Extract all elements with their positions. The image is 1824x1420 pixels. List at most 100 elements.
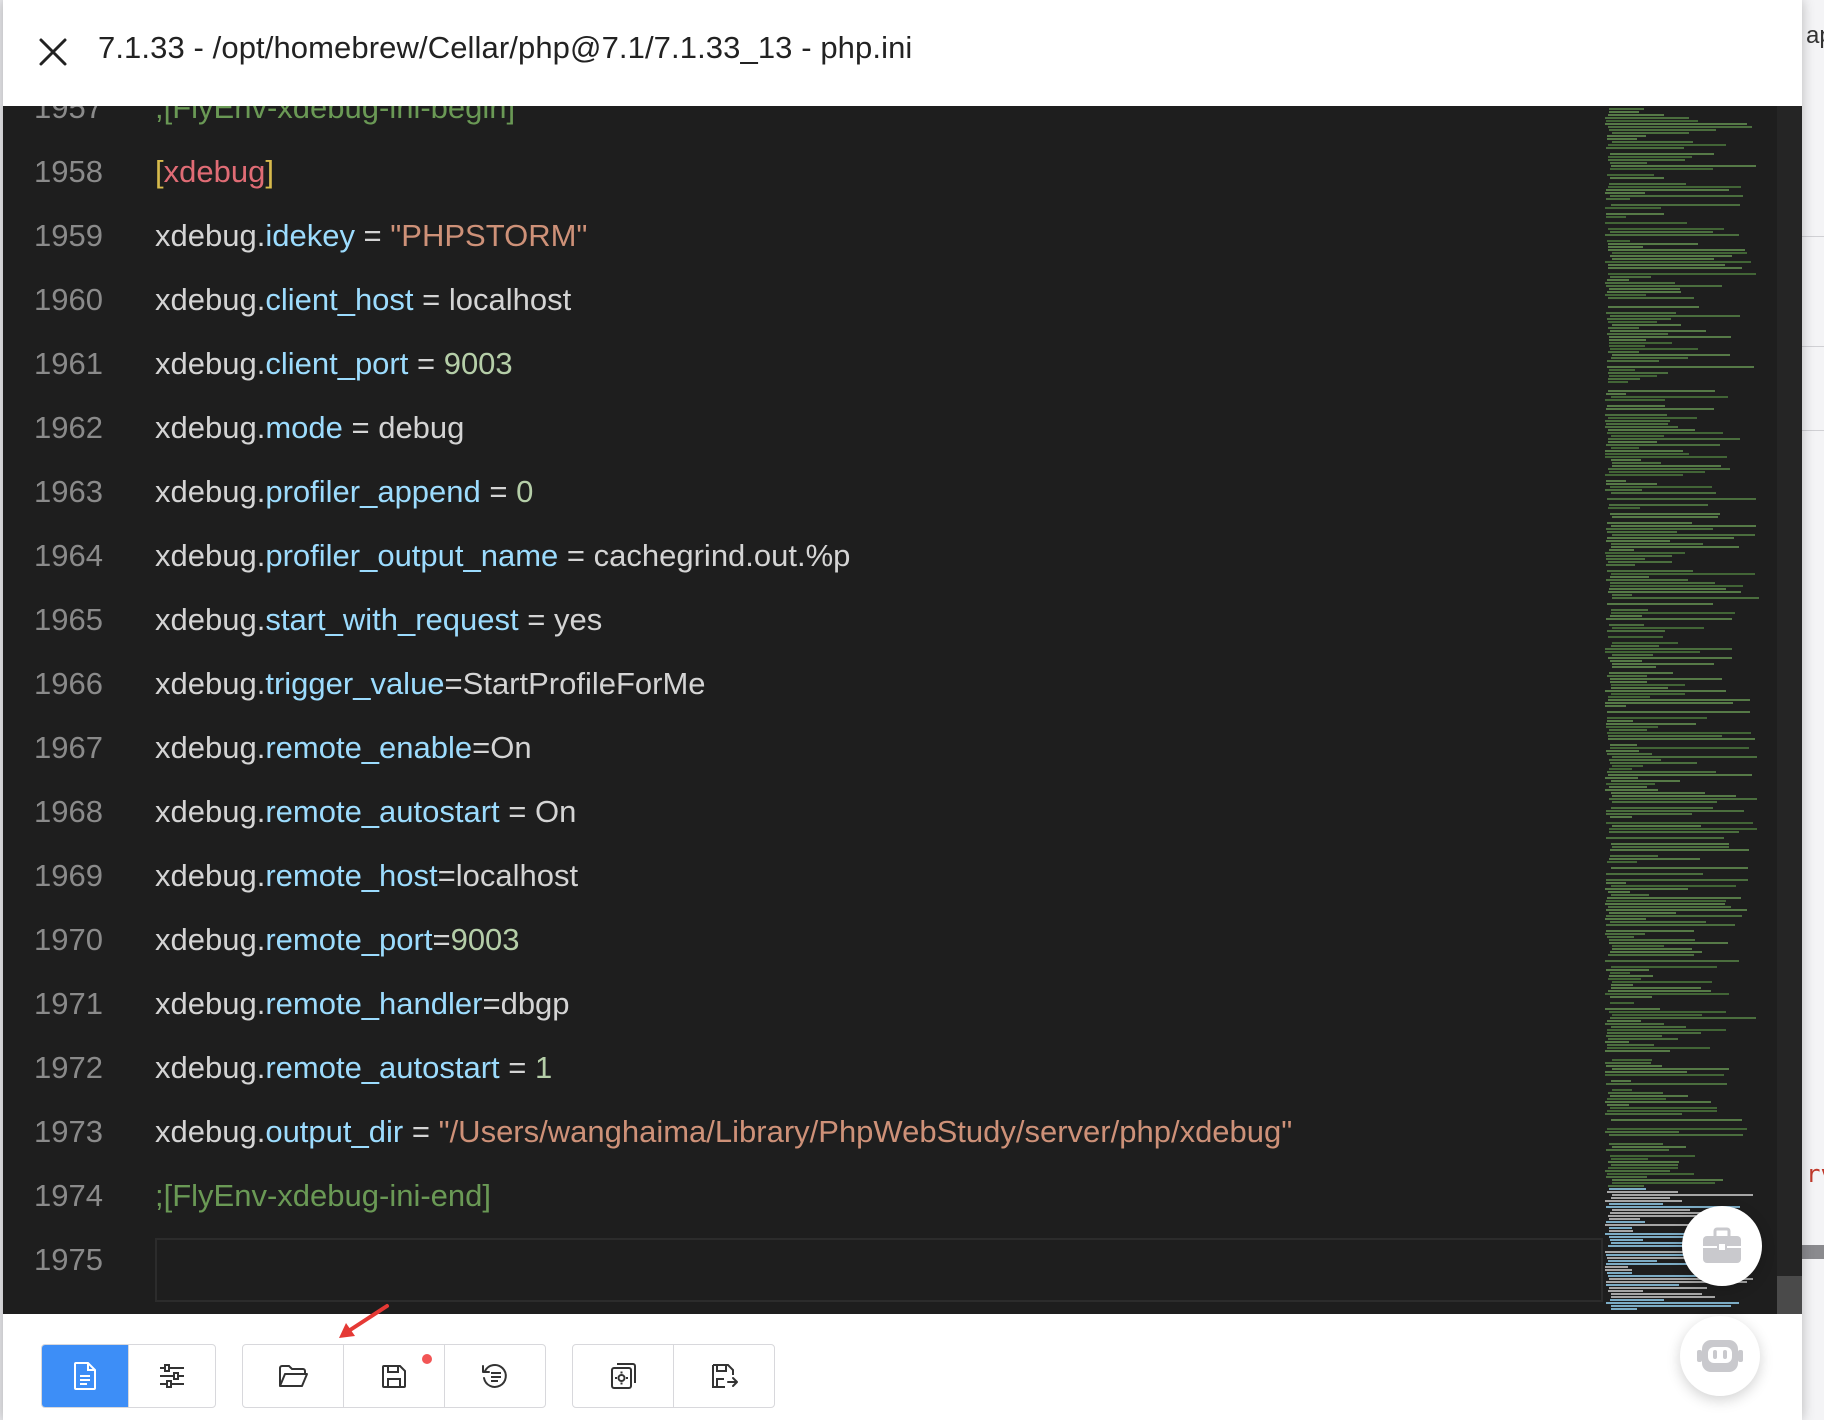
code-line[interactable]: 1962 xdebug.mode = debug (3, 396, 1603, 460)
code-line[interactable]: 1959 xdebug.idekey = "PHPSTORM" (3, 204, 1603, 268)
save-export-icon (712, 1364, 738, 1388)
code-editor[interactable]: 1957 ;[FlyEnv-xdebug-ini-begin] 1958 [xdebu… (3, 106, 1802, 1314)
code-line[interactable]: 1972 xdebug.remote_autostart = 1 (3, 1036, 1603, 1100)
minimap-line (1609, 588, 1726, 590)
minimap-line (1607, 1044, 1654, 1046)
code-text[interactable]: xdebug.profiler_output_name = cachegrind… (155, 524, 850, 588)
minimap-line (1605, 207, 1661, 209)
close-button[interactable] (33, 32, 73, 72)
dialog-title: 7.1.33 - /opt/homebrew/Cellar/php@7.1/7.… (98, 30, 913, 65)
history-button[interactable] (445, 1345, 545, 1407)
settings-view-button[interactable] (129, 1345, 215, 1407)
code-line[interactable]: 1971 xdebug.remote_handler=dbgp (3, 972, 1603, 1036)
code-line[interactable]: 1957 ;[FlyEnv-xdebug-ini-begin] (3, 106, 1603, 140)
minimap-line (1608, 243, 1698, 245)
code-line[interactable]: 1973 xdebug.output_dir = "/Users/wanghaim… (3, 1100, 1603, 1164)
code-token: = (480, 474, 517, 509)
code-text[interactable]: xdebug.remote_host=localhost (155, 844, 578, 908)
minimap-line (1609, 339, 1646, 341)
line-number: 1971 (34, 986, 103, 1021)
code-text[interactable]: [xdebug] (155, 140, 274, 204)
code-text[interactable]: xdebug.remote_autostart = On (155, 780, 576, 844)
minimap-line (1605, 960, 1739, 962)
minimap-line (1609, 183, 1686, 185)
minimap-line (1610, 231, 1713, 233)
minimap-line (1605, 1041, 1629, 1043)
minimap-line (1612, 654, 1653, 656)
minimap-line (1608, 273, 1756, 275)
minimap-line (1607, 771, 1716, 773)
minimap-line (1612, 765, 1643, 767)
minimap-line (1607, 711, 1750, 713)
code-line[interactable]: 1967 xdebug.remote_enable=On (3, 716, 1603, 780)
code-text[interactable]: xdebug.mode = debug (155, 396, 464, 460)
code-text[interactable]: ;[FlyEnv-xdebug-ini-end] (155, 1164, 491, 1228)
close-icon (39, 38, 67, 66)
code-line[interactable]: 1968 xdebug.remote_autostart = On (3, 780, 1603, 844)
code-text[interactable]: xdebug.remote_enable=On (155, 716, 532, 780)
code-line[interactable]: 1970 xdebug.remote_port=9003 (3, 908, 1603, 972)
minimap-line (1610, 486, 1712, 488)
save-as-default-button[interactable] (674, 1345, 774, 1407)
code-line[interactable]: 1966 xdebug.trigger_value=StartProfileFor… (3, 652, 1603, 716)
minimap-line (1610, 744, 1637, 746)
line-number: 1974 (34, 1178, 103, 1213)
minimap-line (1612, 642, 1678, 644)
code-token: xdebug. (155, 986, 266, 1021)
toolbox-button[interactable] (1682, 1206, 1762, 1286)
assistant-bot-button[interactable] (1680, 1316, 1760, 1396)
code-text[interactable]: xdebug.client_port = 9003 (155, 332, 513, 396)
minimap-line (1608, 327, 1639, 329)
code-text[interactable]: xdebug.trigger_value=StartProfileForMe (155, 652, 706, 716)
code-line[interactable]: 1960 xdebug.client_host = localhost (3, 268, 1603, 332)
code-line[interactable]: 1958 [xdebug] (3, 140, 1603, 204)
minimap-line (1609, 729, 1647, 731)
code-token: profiler_output_name (265, 538, 559, 573)
code-text[interactable]: xdebug.remote_handler=dbgp (155, 972, 570, 1036)
code-token: start_with_request (265, 602, 519, 637)
code-text[interactable]: ;[FlyEnv-xdebug-ini-begin] (155, 106, 515, 140)
code-line[interactable]: 1974 ;[FlyEnv-xdebug-ini-end] (3, 1164, 1603, 1228)
scrollbar-thumb[interactable] (1777, 1276, 1802, 1314)
dialog-header: 7.1.33 - /opt/homebrew/Cellar/php@7.1/7.… (3, 0, 1802, 106)
code-line[interactable]: 1964 xdebug.profiler_output_name = cacheg… (3, 524, 1603, 588)
vertical-scrollbar[interactable] (1777, 106, 1802, 1314)
code-line[interactable]: 1965 xdebug.start_with_request = yes (3, 588, 1603, 652)
load-default-button[interactable] (573, 1345, 674, 1407)
code-text[interactable]: xdebug.remote_autostart = 1 (155, 1036, 552, 1100)
code-line[interactable]: 1969 xdebug.remote_host=localhost (3, 844, 1603, 908)
code-text[interactable]: xdebug.output_dir = "/Users/wanghaima/Li… (155, 1100, 1292, 1164)
background-scrollbar (1802, 1245, 1824, 1259)
minimap-line (1608, 390, 1715, 392)
code-line[interactable]: 1963 xdebug.profiler_append = 0 (3, 460, 1603, 524)
minimap-line (1610, 762, 1697, 764)
minimap-line (1606, 189, 1729, 191)
minimap-line (1612, 1146, 1686, 1148)
code-line[interactable]: 1961 xdebug.client_port = 9003 (3, 332, 1603, 396)
sliders-icon (160, 1364, 184, 1388)
minimap-line (1611, 987, 1701, 989)
minimap-line (1610, 195, 1743, 197)
code-text[interactable]: xdebug.start_with_request = yes (155, 588, 602, 652)
minimap-line (1607, 291, 1681, 293)
line-number: 1957 (34, 106, 103, 125)
save-button[interactable] (344, 1345, 445, 1407)
minimap[interactable] (1603, 106, 1777, 1314)
file-view-button[interactable] (42, 1345, 129, 1407)
minimap-line (1609, 624, 1644, 626)
minimap-line (1605, 117, 1689, 119)
line-number: 1961 (34, 346, 103, 381)
code-text[interactable]: xdebug.client_host = localhost (155, 268, 571, 332)
code-text[interactable]: xdebug.idekey = "PHPSTORM" (155, 204, 587, 268)
minimap-line (1608, 699, 1750, 701)
open-file-button[interactable] (243, 1345, 344, 1407)
minimap-line (1605, 1008, 1660, 1010)
code-text[interactable]: xdebug.profiler_append = 0 (155, 460, 533, 524)
minimap-line (1611, 1080, 1631, 1082)
minimap-line (1610, 1095, 1688, 1097)
code-text[interactable]: xdebug.remote_port=9003 (155, 908, 520, 972)
minimap-line (1610, 585, 1743, 587)
minimap-line (1611, 984, 1633, 986)
minimap-line (1610, 1299, 1664, 1301)
minimap-line (1607, 1032, 1701, 1034)
